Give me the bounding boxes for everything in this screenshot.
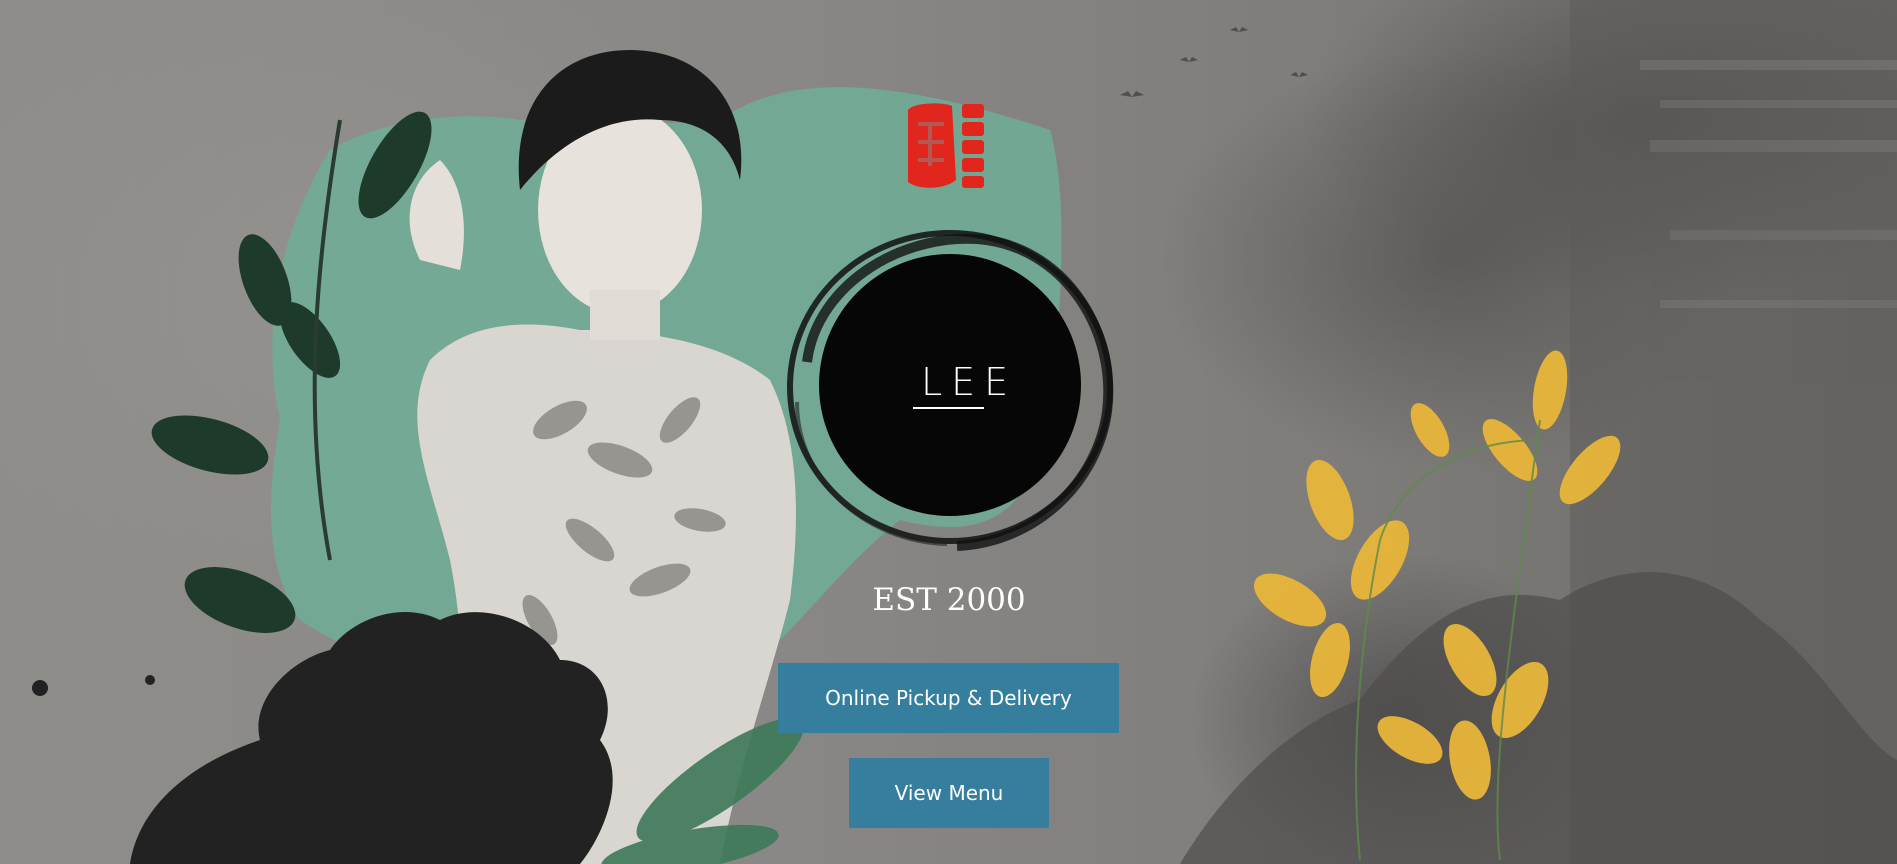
brand-logo-text: LEE (921, 360, 1018, 404)
brand-logo-underline (913, 407, 984, 409)
sushi-stamp-logo (908, 103, 984, 188)
view-menu-button[interactable]: View Menu (849, 758, 1049, 828)
ink-splash-left (130, 611, 613, 864)
hero-section: LEE EST 2000 Online Pickup & Delivery Vi… (0, 0, 1897, 864)
online-pickup-delivery-button[interactable]: Online Pickup & Delivery (778, 663, 1119, 733)
established-year: EST 2000 (872, 582, 1026, 618)
